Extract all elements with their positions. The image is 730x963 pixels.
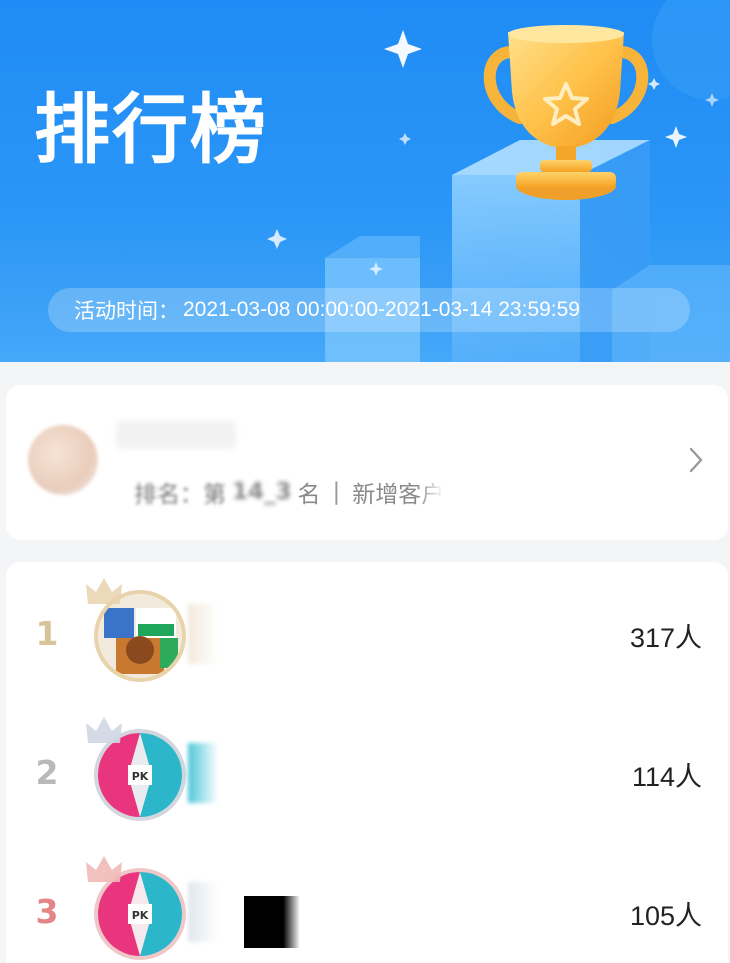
- row-name-blurred: [188, 604, 218, 664]
- my-rank-suffix: 名: [297, 482, 321, 508]
- crown-icon: [86, 717, 122, 743]
- page-title: 排行榜: [34, 85, 268, 174]
- leaderboard-list: 1 317人 2 PK 114人 3 PK 105人: [6, 562, 728, 963]
- my-name-blurred: [116, 421, 236, 449]
- my-rank-value: 14_3: [232, 479, 292, 505]
- my-rank-line: 排名：第 14_3 名 | 新增客户: [134, 475, 444, 509]
- chevron-right-icon[interactable]: [686, 445, 706, 475]
- my-rank-divider: |: [332, 479, 341, 505]
- leaderboard-row-3[interactable]: 3 PK 105人: [6, 854, 728, 963]
- row-count: 114人: [631, 762, 702, 792]
- row-name-blurred: [188, 882, 218, 942]
- my-rank-card[interactable]: 排名：第 14_3 名 | 新增客户: [6, 385, 728, 540]
- redacted-block: [244, 896, 300, 948]
- activity-time-label: 活动时间：: [74, 300, 179, 323]
- row-name-blurred: [188, 743, 218, 803]
- leaderboard-row-1[interactable]: 1 317人: [6, 576, 728, 686]
- rank-number: 1: [35, 614, 59, 653]
- activity-time-range: 2021-03-08 00:00:00-2021-03-14 23:59:59: [183, 298, 580, 321]
- activity-time-badge: 活动时间： 2021-03-08 00:00:00-2021-03-14 23:…: [48, 288, 690, 332]
- svg-text:PK: PK: [132, 770, 149, 783]
- row-count: 317人: [629, 623, 702, 653]
- avatar: PK: [86, 856, 186, 960]
- leaderboard-header: 排行榜 活动时间： 2021-03-08 00:00:00-2021-03-14…: [0, 0, 730, 362]
- leaderboard-row-2[interactable]: 2 PK 114人: [6, 715, 728, 825]
- avatar: PK: [86, 717, 186, 821]
- trophy-icon: [483, 25, 649, 200]
- my-avatar: [28, 425, 98, 495]
- my-rank-prefix: 排名：第: [134, 482, 226, 508]
- crown-icon: [86, 856, 122, 882]
- my-metric-label: 新增客户: [352, 482, 445, 508]
- avatar: [86, 578, 186, 682]
- row-count: 105人: [629, 901, 702, 931]
- svg-text:PK: PK: [132, 909, 149, 922]
- crown-icon: [86, 578, 122, 604]
- rank-number: 3: [35, 892, 59, 931]
- rank-number: 2: [35, 753, 59, 792]
